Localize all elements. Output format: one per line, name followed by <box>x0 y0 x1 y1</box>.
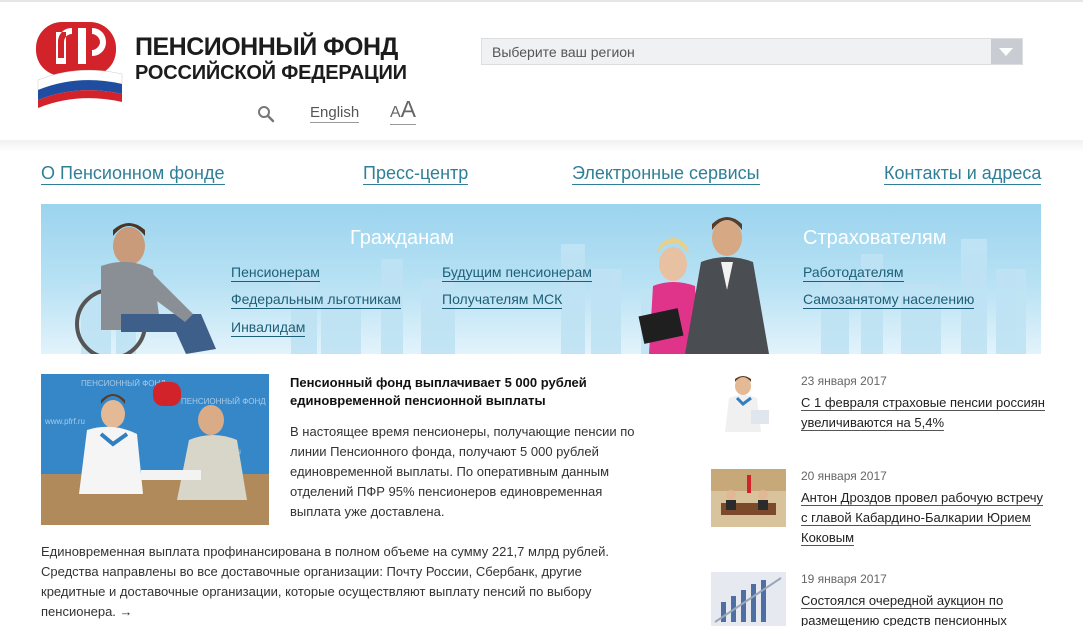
lead-news-paragraph: В настоящее время пенсионеры, получающие… <box>290 424 635 519</box>
dropdown-arrow-icon[interactable] <box>991 39 1022 64</box>
nav-services[interactable]: Электронные сервисы <box>572 162 760 185</box>
english-link[interactable]: English <box>310 104 360 123</box>
link-msk-recipients[interactable]: Получателям МСК <box>442 291 563 309</box>
link-employers[interactable]: Работодателям <box>803 264 904 282</box>
side-news-item: 20 января 2017 Антон Дроздов провел рабо… <box>711 469 1051 549</box>
side-news-thumbnail[interactable] <box>711 572 786 626</box>
svg-text:ПЕНСИОННЫЙ ФОНД: ПЕНСИОННЫЙ ФОНД <box>181 397 266 406</box>
org-name-line1: ПЕНСИОННЫЙ ФОНД <box>135 33 398 61</box>
link-future-pensioners[interactable]: Будущим пенсионерам <box>442 264 592 282</box>
side-news-thumbnail[interactable] <box>711 469 786 527</box>
side-news-headline[interactable]: С 1 февраля страховые пенсии россиян уве… <box>801 393 1046 433</box>
region-select-label: Выберите ваш регион <box>492 44 635 60</box>
side-news-headline[interactable]: Состоялся очередной аукцион по размещени… <box>801 591 1046 626</box>
citizens-heading: Гражданам <box>350 227 455 249</box>
lead-news-image[interactable]: ПЕНСИОННЫЙ ФОНД ПЕНСИОННЫЙ ФОНД www.pfrf… <box>41 374 269 525</box>
font-size-toggle[interactable]: AA <box>390 96 417 125</box>
link-pensioners[interactable]: Пенсионерам <box>231 264 320 282</box>
top-border <box>0 0 1083 2</box>
side-news-headline-text: С 1 февраля страховые пенсии россиян уве… <box>801 395 1045 431</box>
side-news-headline[interactable]: Антон Дроздов провел рабочую встречу с г… <box>801 488 1046 548</box>
side-news-item: 23 января 2017 С 1 февраля страховые пен… <box>711 374 1051 444</box>
lead-news-title[interactable]: Пенсионный фонд выплачивает 5 000 рублей… <box>290 374 630 410</box>
org-name-line2: РОССИЙСКОЙ ФЕДЕРАЦИИ <box>135 62 407 84</box>
lead-news-continuation: Единовременная выплата профинансирована … <box>41 544 609 619</box>
side-news-thumbnail[interactable] <box>711 374 786 432</box>
organization-name: ПЕНСИОННЫЙ ФОНД РОССИЙСКОЙ ФЕДЕРАЦИИ <box>135 34 407 85</box>
side-news-item: 19 января 2017 Состоялся очередной аукци… <box>711 572 1051 626</box>
business-people-image <box>638 217 769 354</box>
region-select[interactable]: Выберите ваш регион <box>481 38 1023 65</box>
search-icon[interactable] <box>257 105 275 123</box>
header-shadow <box>0 140 1083 152</box>
link-self-employed[interactable]: Самозанятому населению <box>803 291 975 309</box>
svg-text:www.pfrf.ru: www.pfrf.ru <box>44 417 85 426</box>
side-news-headline-text: Состоялся очередной аукцион по размещени… <box>801 593 1007 626</box>
link-disabled[interactable]: Инвалидам <box>231 319 306 337</box>
font-big-label: A <box>400 96 417 122</box>
audience-banner: Гражданам Пенсионерам Будущим пенсионера… <box>41 204 1041 354</box>
insurers-heading: Страхователям <box>803 227 947 249</box>
side-news-date: 23 января 2017 <box>801 374 887 388</box>
pfr-logo-icon[interactable] <box>34 18 124 108</box>
font-small-label: A <box>390 104 401 121</box>
nav-contacts[interactable]: Контакты и адреса <box>884 162 1042 185</box>
svg-text:ПЕНСИОННЫЙ ФОНД: ПЕНСИОННЫЙ ФОНД <box>81 379 166 388</box>
nav-press[interactable]: Пресс-центр <box>363 162 469 185</box>
link-federal-beneficiaries[interactable]: Федеральным льготникам <box>231 291 401 309</box>
nav-about[interactable]: О Пенсионном фонде <box>41 162 225 185</box>
side-news-date: 20 января 2017 <box>801 469 887 483</box>
side-news-headline-text: Антон Дроздов провел рабочую встречу с г… <box>801 490 1044 546</box>
side-news-date: 19 января 2017 <box>801 572 887 586</box>
